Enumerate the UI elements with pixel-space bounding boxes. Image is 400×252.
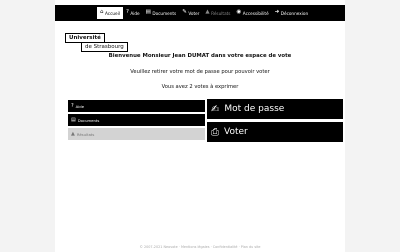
vote-icon: ✎ bbox=[182, 9, 187, 16]
nav-item-vote[interactable]: ✎ Voter bbox=[179, 7, 202, 19]
password-button[interactable]: ✍ Mot de passe bbox=[207, 99, 343, 119]
results-icon: ▲ bbox=[205, 9, 210, 16]
menu-item-results: ▲ Résultats bbox=[68, 128, 205, 140]
nav-item-label: Documents bbox=[152, 10, 177, 16]
key-hand-icon: ✍ bbox=[211, 103, 220, 115]
document-icon: ▤ bbox=[71, 117, 76, 123]
page-margin-right bbox=[345, 0, 400, 252]
nav-item-results: ▲ Résultats bbox=[202, 7, 233, 19]
welcome-heading: Bienvenue Monsieur Jean DUMAT dans votre… bbox=[108, 53, 292, 59]
help-icon: ? bbox=[71, 103, 74, 109]
nav-item-help[interactable]: ? Aide bbox=[123, 7, 143, 19]
nav-item-label: Aide bbox=[130, 10, 140, 16]
menu-item-label: Documents bbox=[77, 117, 100, 123]
vote-button[interactable]: ⎙ Voter bbox=[207, 122, 343, 142]
menu-item-document[interactable]: ▤ Documents bbox=[68, 114, 205, 126]
page-margin-left bbox=[0, 0, 55, 252]
password-button-label: Mot de passe bbox=[224, 104, 285, 114]
logo-line-2: de Strasbourg bbox=[81, 42, 128, 52]
document-icon: ▤ bbox=[145, 9, 151, 16]
vote-button-label: Voter bbox=[224, 127, 248, 137]
results-icon: ▲ bbox=[71, 131, 75, 137]
home-icon: ⌂ bbox=[100, 9, 104, 16]
nav-item-label: Accueil bbox=[105, 10, 120, 16]
footer: © 2007-2021 Neovote · Mentions légales ·… bbox=[139, 245, 261, 249]
logo-line-1: Université bbox=[65, 33, 105, 43]
nav-item-label: Voter bbox=[188, 10, 200, 16]
nav-item-home[interactable]: ⌂ Accueil bbox=[97, 7, 123, 19]
nav-item-label: Déconnexion bbox=[280, 10, 309, 16]
password-instruction: Veuillez retirer votre mot de passe pour… bbox=[130, 69, 270, 75]
side-menu: ? Aide ▤ Documents ▲ Résultats bbox=[68, 100, 205, 142]
menu-item-label: Résultats bbox=[76, 131, 95, 137]
ballot-icon: ⎙ bbox=[211, 126, 219, 138]
university-logo: Université de Strasbourg bbox=[65, 24, 128, 52]
nav-item-document[interactable]: ▤ Documents bbox=[143, 7, 180, 19]
menu-item-help[interactable]: ? Aide bbox=[68, 100, 205, 112]
logout-icon: ➜ bbox=[274, 9, 280, 16]
menu-item-label: Aide bbox=[75, 103, 85, 109]
help-icon: ? bbox=[125, 9, 129, 16]
nav-item-label: Accessibilité bbox=[242, 10, 269, 16]
votes-remaining: Vous avez 2 votes à exprimer bbox=[161, 84, 239, 90]
nav-item-accessibility[interactable]: ◉ Accessibilité bbox=[233, 7, 271, 19]
accessibility-icon: ◉ bbox=[236, 9, 242, 16]
nav-item-logout[interactable]: ➜ Déconnexion bbox=[272, 7, 311, 19]
nav-item-label: Résultats bbox=[211, 10, 231, 16]
top-navigation: ⌂ Accueil? Aide ▤ Documents ✎ Voter ▲ Résultats ◉… bbox=[97, 7, 311, 19]
